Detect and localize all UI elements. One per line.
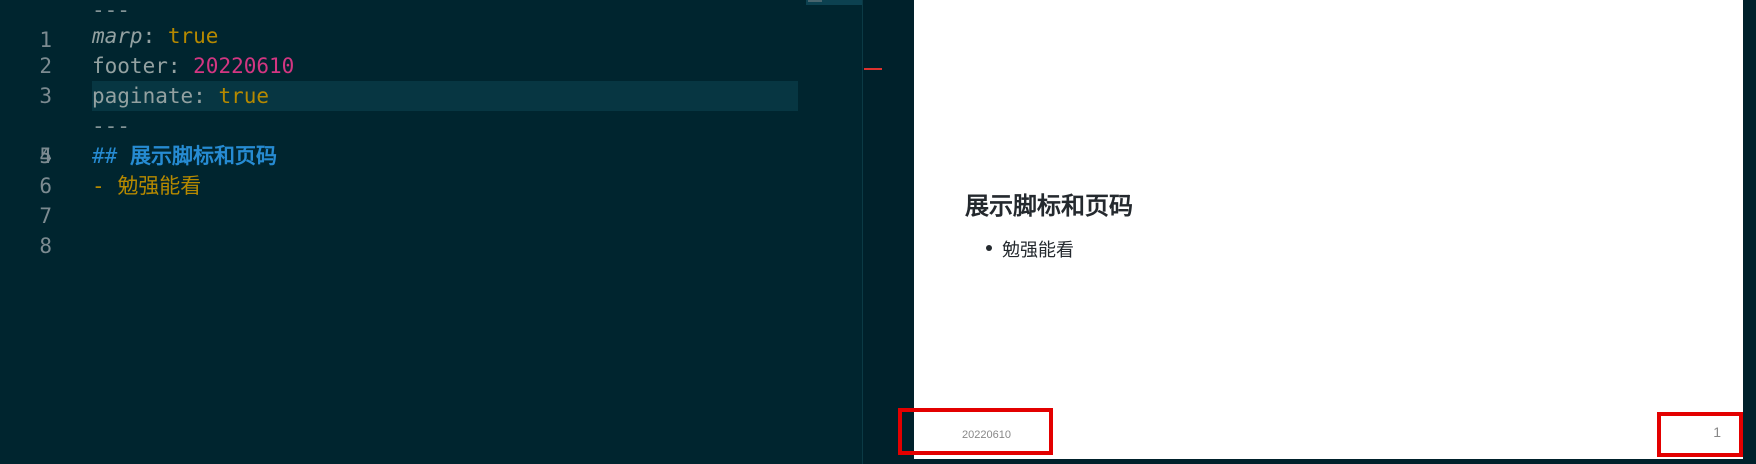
- yaml-separator: :: [167, 54, 194, 78]
- editor-line[interactable]: 8: [0, 201, 862, 258]
- yaml-separator: :: [142, 24, 168, 48]
- editor-line-current[interactable]: 4 paginate: true: [0, 81, 862, 168]
- code-editor[interactable]: 1 --- 2 marp: true 3 footer: 20220610 4 …: [0, 0, 862, 464]
- front-matter-delimiter: ---: [92, 0, 130, 22]
- scrollbar-error-marker: [864, 68, 882, 70]
- editor-line[interactable]: 6 ## 展示脚标和页码: [0, 141, 862, 198]
- editor-line[interactable]: 2 marp: true: [0, 21, 862, 78]
- annotation-box-page-number: [1657, 412, 1743, 457]
- yaml-key: marp: [92, 24, 143, 48]
- slide-heading: 展示脚标和页码: [965, 193, 1133, 220]
- list-item-text: 勉强能看: [117, 174, 202, 198]
- yaml-value: true: [167, 24, 219, 48]
- annotation-box-footer: [898, 408, 1053, 455]
- yaml-key: footer: [92, 54, 168, 78]
- editor-line[interactable]: 5 ---: [0, 111, 862, 168]
- editor-line[interactable]: 7 - 勉强能看: [0, 171, 862, 228]
- slide-bullet-item: 勉强能看: [986, 236, 1074, 262]
- front-matter-delimiter: ---: [92, 114, 130, 138]
- editor-line[interactable]: 3 footer: 20220610: [0, 51, 862, 108]
- yaml-value: true: [218, 84, 270, 108]
- line-number: 8: [39, 234, 52, 258]
- preview-pane[interactable]: 展示脚标和页码 勉强能看 20220610 1: [884, 0, 1756, 464]
- yaml-separator: :: [193, 84, 219, 108]
- minimap-content: [808, 0, 822, 10]
- yaml-value: 20220610: [193, 54, 295, 78]
- list-marker: -: [92, 174, 105, 198]
- yaml-key: paginate: [92, 84, 194, 108]
- heading-text: 展示脚标和页码: [129, 144, 277, 168]
- slide-bullet-list: 勉强能看: [986, 236, 1074, 262]
- slide: 展示脚标和页码 勉强能看 20220610 1: [914, 0, 1743, 459]
- heading-marker: ##: [92, 144, 118, 168]
